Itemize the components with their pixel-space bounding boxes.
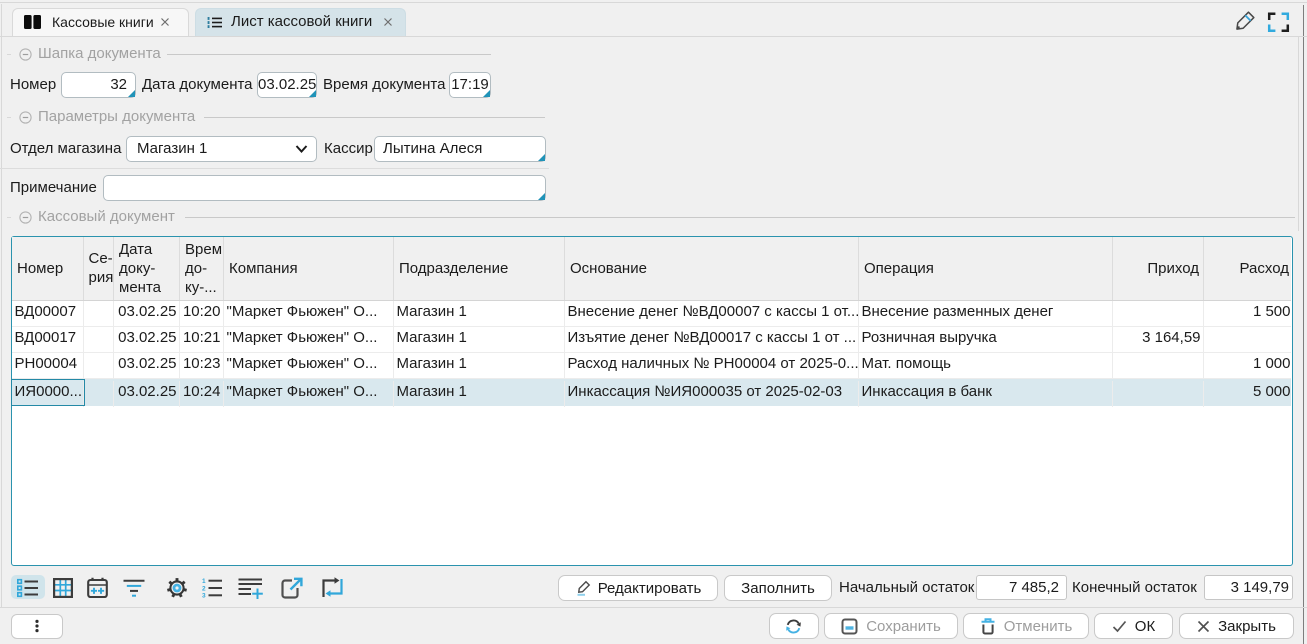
svg-text:1: 1 (202, 578, 206, 585)
svg-text:3: 3 (202, 592, 206, 598)
svg-text:2: 2 (202, 585, 206, 592)
